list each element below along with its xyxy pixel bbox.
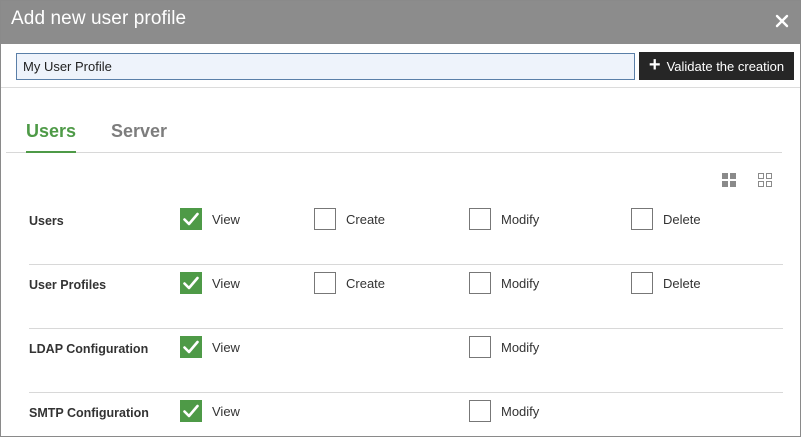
permission-row-user-profiles: User Profiles View Create Modify Delete [29,264,783,328]
close-button[interactable] [770,9,794,33]
permission-delete[interactable]: Delete [631,208,701,230]
permission-row-smtp-configuration: SMTP Configuration View Modify [29,392,783,436]
permission-label: View [212,275,240,291]
validate-creation-label: Validate the creation [666,58,785,74]
grid-large-button[interactable] [722,173,737,188]
add-user-profile-dialog: Add new user profile + Validate the crea… [0,0,801,437]
close-icon [775,14,789,28]
permission-label: View [212,403,240,419]
checkbox[interactable] [469,336,491,358]
grid-large-icon [722,173,736,187]
check-icon [183,340,199,354]
permission-view[interactable]: View [180,208,240,230]
checkbox-checked[interactable] [180,336,202,358]
permission-modify[interactable]: Modify [469,336,539,358]
validate-creation-button[interactable]: + Validate the creation [639,52,794,80]
permission-modify[interactable]: Modify [469,208,539,230]
row-label: SMTP Configuration [29,406,149,420]
permission-label: View [212,339,240,355]
tab-users[interactable]: Users [26,121,77,153]
checkbox[interactable] [314,272,336,294]
checkbox[interactable] [314,208,336,230]
tab-bar: Users Server [6,111,782,153]
permission-label: Delete [663,275,701,291]
permission-row-users: Users View Create Modify Delete [29,201,783,265]
grid-small-icon [758,173,772,187]
dialog-title: Add new user profile [11,8,187,29]
check-icon [183,212,199,226]
row-label: LDAP Configuration [29,342,149,356]
permission-modify[interactable]: Modify [469,400,539,422]
checkbox[interactable] [631,272,653,294]
checkbox[interactable] [469,400,491,422]
dialog-titlebar: Add new user profile [1,1,800,44]
checkbox[interactable] [631,208,653,230]
profile-name-input[interactable] [16,53,635,80]
grid-small-button[interactable] [758,173,773,188]
permission-view[interactable]: View [180,336,240,358]
permission-label: View [212,211,240,227]
permission-modify[interactable]: Modify [469,272,539,294]
checkbox-checked[interactable] [180,272,202,294]
permission-create[interactable]: Create [314,208,385,230]
permission-label: Modify [501,211,540,227]
permission-view[interactable]: View [180,272,240,294]
permission-delete[interactable]: Delete [631,272,701,294]
checkbox[interactable] [469,272,491,294]
permission-label: Create [346,275,386,291]
permission-label: Modify [501,339,540,355]
checkbox-checked[interactable] [180,208,202,230]
checkbox-checked[interactable] [180,400,202,422]
row-label: Users [29,214,64,228]
permission-label: Delete [663,211,701,227]
permission-create[interactable]: Create [314,272,385,294]
profile-toolbar: + Validate the creation [1,44,800,88]
checkbox[interactable] [469,208,491,230]
tab-server[interactable]: Server [111,121,167,151]
plus-icon: + [648,54,661,76]
check-icon [183,276,199,290]
row-label: User Profiles [29,278,107,292]
view-toggles [722,173,774,189]
permission-label: Modify [501,275,540,291]
check-icon [183,404,199,418]
permission-row-ldap-configuration: LDAP Configuration View Modify [29,328,783,392]
permission-label: Modify [501,403,540,419]
permission-view[interactable]: View [180,400,240,422]
permission-label: Create [346,211,386,227]
